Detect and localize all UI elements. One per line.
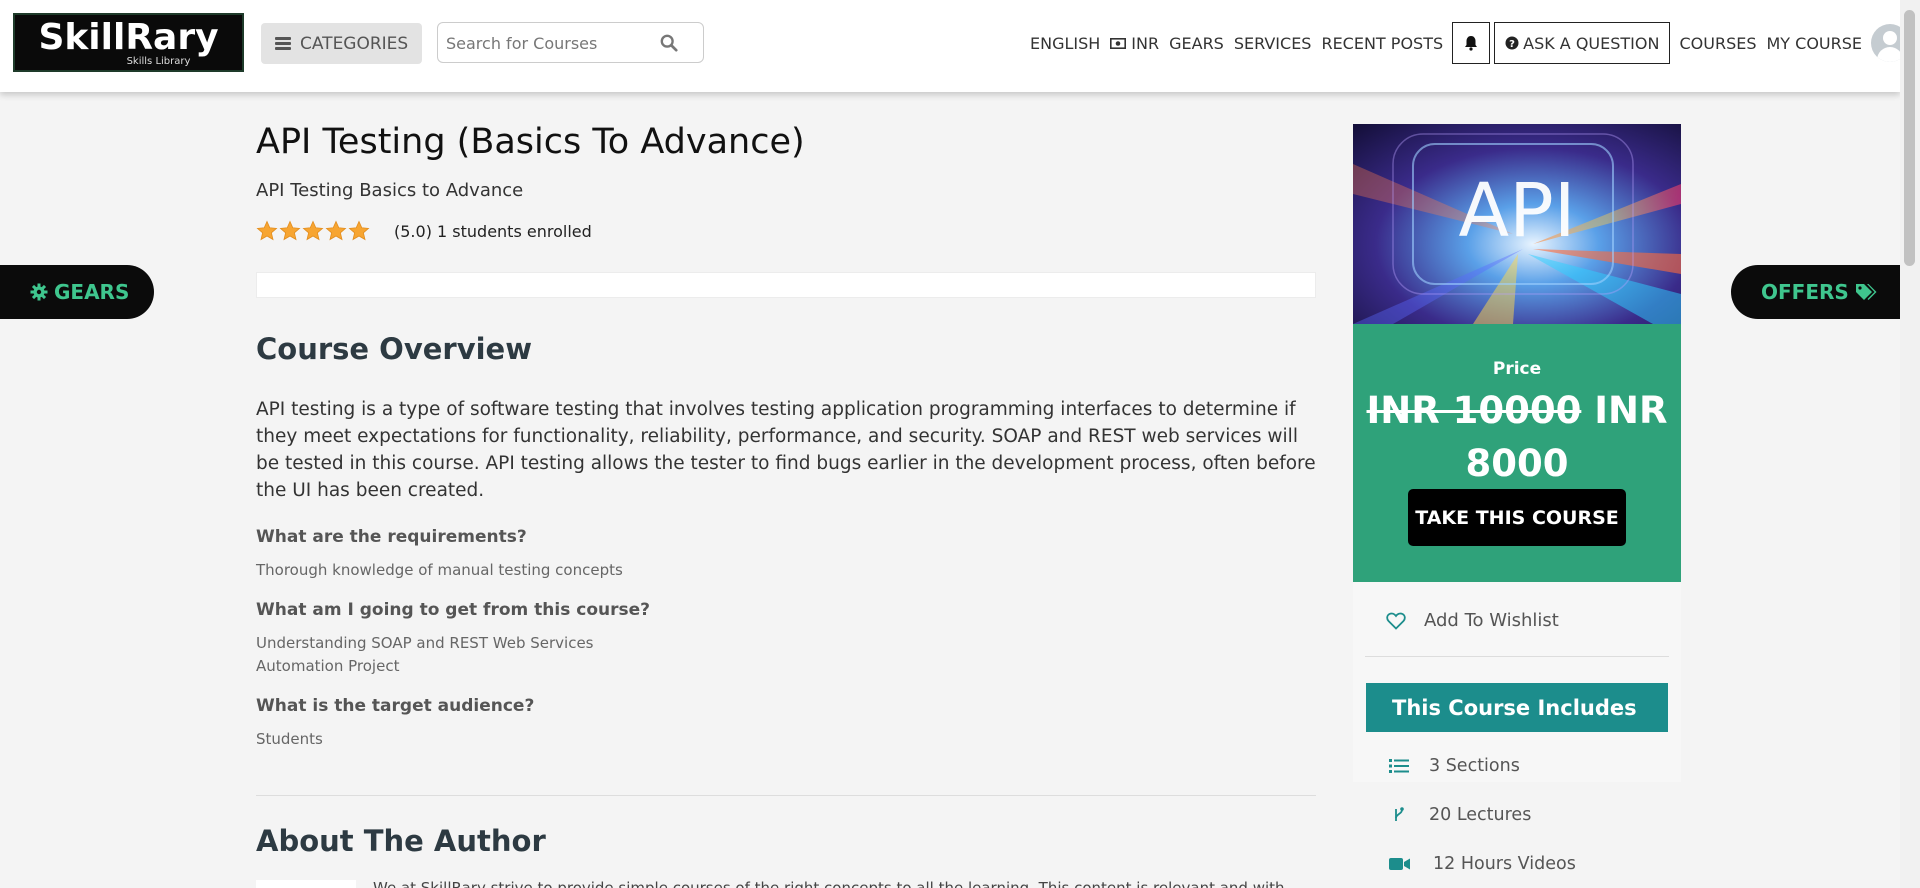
- star-icon: [302, 220, 324, 241]
- course-title: API Testing (Basics To Advance): [256, 122, 805, 162]
- categories-button[interactable]: CATEGORIES: [261, 23, 422, 64]
- star-icon: [348, 220, 370, 241]
- svg-text:?: ?: [1509, 39, 1515, 50]
- nav-courses[interactable]: COURSES: [1674, 22, 1761, 64]
- star-icon: [325, 220, 347, 241]
- offers-tab-label: OFFERS: [1761, 280, 1849, 304]
- menu-bars-icon: [275, 37, 291, 50]
- includes-videos: 12 Hours Videos: [1389, 854, 1576, 874]
- course-tabs-bar: [256, 272, 1316, 298]
- api-illustration: API: [1353, 124, 1681, 324]
- search-box: [437, 22, 704, 63]
- nav-services[interactable]: SERVICES: [1229, 22, 1317, 64]
- videos-label: 12 Hours Videos: [1433, 854, 1576, 874]
- tags-icon: [1855, 284, 1877, 300]
- course-thumbnail: API: [1353, 124, 1681, 324]
- section-divider: [256, 795, 1316, 796]
- discounted-price-currency: INR: [1594, 389, 1668, 432]
- price-label: Price: [1492, 359, 1542, 379]
- money-icon: [1110, 37, 1127, 49]
- wishlist-section: Add To Wishlist: [1353, 582, 1681, 782]
- skillrary-logo[interactable]: SkillRary Skills Library: [13, 13, 244, 72]
- question-circle-icon: ?: [1505, 36, 1519, 50]
- about-author-heading: About The Author: [256, 824, 546, 858]
- gear-icon: [30, 283, 48, 301]
- outcomes-answer-1: Understanding SOAP and REST Web Services: [256, 634, 594, 652]
- audience-answer: Students: [256, 730, 323, 748]
- search-input[interactable]: [446, 31, 646, 55]
- price-values: INR 10000 INR 8000: [1353, 384, 1681, 490]
- outcomes-answer-2: Automation Project: [256, 657, 400, 675]
- code-branch-icon: [1395, 807, 1404, 821]
- nav-currency[interactable]: INR: [1105, 22, 1164, 64]
- nav-recent-posts[interactable]: RECENT POSTS: [1316, 22, 1448, 64]
- gears-side-tab[interactable]: GEARS: [0, 265, 154, 319]
- course-includes-heading: This Course Includes: [1366, 683, 1668, 732]
- rating-text: (5.0) 1 students enrolled: [394, 221, 592, 241]
- offers-side-tab[interactable]: OFFERS: [1731, 265, 1900, 319]
- author-bio: We at SkillRary strive to provide simple…: [373, 879, 1285, 888]
- nav-currency-label: INR: [1131, 33, 1160, 53]
- nav-gears[interactable]: GEARS: [1164, 22, 1229, 64]
- top-header: SkillRary Skills Library CATEGORIES ENGL…: [0, 0, 1920, 92]
- star-icon: [256, 220, 278, 241]
- author-image: [256, 880, 356, 888]
- logo-text: SkillRary: [38, 16, 219, 58]
- add-to-wishlist-button[interactable]: Add To Wishlist: [1386, 610, 1559, 631]
- includes-lectures: 20 Lectures: [1389, 805, 1531, 825]
- ask-question-label: ASK A QUESTION: [1523, 33, 1660, 53]
- logo-subtext: Skills Library: [126, 55, 191, 67]
- categories-label: CATEGORIES: [300, 33, 409, 54]
- notifications-button[interactable]: [1452, 22, 1491, 64]
- take-course-button[interactable]: TAKE THIS COURSE: [1408, 489, 1626, 546]
- video-camera-icon: [1389, 858, 1410, 870]
- outcomes-question: What am I going to get from this course?: [256, 600, 650, 620]
- bell-icon: [1465, 36, 1478, 51]
- scrollbar-thumb[interactable]: [1904, 10, 1915, 266]
- discounted-price-amount: 8000: [1465, 442, 1569, 485]
- top-nav: ENGLISH INR GEARS SERVICES RECENT POSTS …: [1025, 22, 1920, 64]
- nav-my-course[interactable]: MY COURSE: [1761, 22, 1867, 64]
- nav-english[interactable]: ENGLISH: [1025, 22, 1105, 64]
- includes-sections: 3 Sections: [1389, 756, 1520, 776]
- original-price: INR 10000: [1366, 389, 1582, 432]
- ask-question-button[interactable]: ? ASK A QUESTION: [1494, 22, 1671, 64]
- heart-icon: [1386, 612, 1406, 630]
- course-overview-text: API testing is a type of software testin…: [256, 399, 1316, 501]
- requirements-question: What are the requirements?: [256, 527, 527, 547]
- api-image-text: API: [1458, 168, 1575, 254]
- gears-tab-label: GEARS: [54, 280, 130, 304]
- wishlist-label: Add To Wishlist: [1424, 610, 1559, 631]
- star-icon: [279, 220, 301, 241]
- course-subtitle: API Testing Basics to Advance: [256, 180, 524, 201]
- wishlist-divider: [1365, 656, 1669, 657]
- audience-question: What is the target audience?: [256, 696, 535, 716]
- search-icon[interactable]: [660, 34, 678, 52]
- rating-stars: [256, 220, 370, 242]
- page-scrollbar[interactable]: [1900, 0, 1920, 888]
- course-overview-heading: Course Overview: [256, 332, 533, 366]
- lectures-label: 20 Lectures: [1429, 805, 1532, 825]
- requirements-answer: Thorough knowledge of manual testing con…: [256, 561, 623, 579]
- price-box: Price INR 10000 INR 8000 TAKE THIS COURS…: [1353, 324, 1681, 582]
- course-rating: (5.0) 1 students enrolled: [256, 220, 592, 242]
- sections-label: 3 Sections: [1429, 756, 1520, 776]
- list-icon: [1389, 759, 1409, 773]
